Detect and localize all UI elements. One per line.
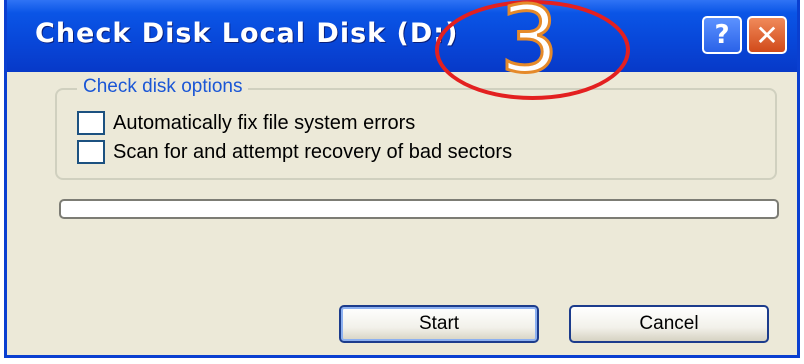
scan-bad-sectors-checkbox[interactable]: [77, 140, 105, 164]
check-disk-options-group: Check disk options Automatically fix fil…: [55, 76, 777, 180]
fix-errors-checkbox[interactable]: [77, 111, 105, 135]
progress-bar: [59, 199, 779, 219]
group-label: Check disk options: [77, 76, 249, 98]
check-disk-dialog: Check Disk Local Disk (D:) ? ✕ Check dis…: [4, 0, 800, 358]
window-title: Check Disk Local Disk (D:): [35, 18, 459, 49]
start-button[interactable]: Start: [339, 305, 539, 343]
cancel-button[interactable]: Cancel: [569, 305, 769, 343]
scan-bad-sectors-label[interactable]: Scan for and attempt recovery of bad sec…: [113, 141, 512, 164]
title-bar[interactable]: Check Disk Local Disk (D:) ? ✕: [7, 0, 797, 72]
fix-errors-label[interactable]: Automatically fix file system errors: [113, 112, 415, 135]
fix-errors-option[interactable]: Automatically fix file system errors: [77, 110, 415, 136]
close-button[interactable]: ✕: [747, 16, 787, 54]
close-icon: ✕: [755, 18, 779, 52]
help-button[interactable]: ?: [702, 16, 742, 54]
help-icon: ?: [714, 20, 730, 50]
scan-bad-sectors-option[interactable]: Scan for and attempt recovery of bad sec…: [77, 139, 512, 165]
